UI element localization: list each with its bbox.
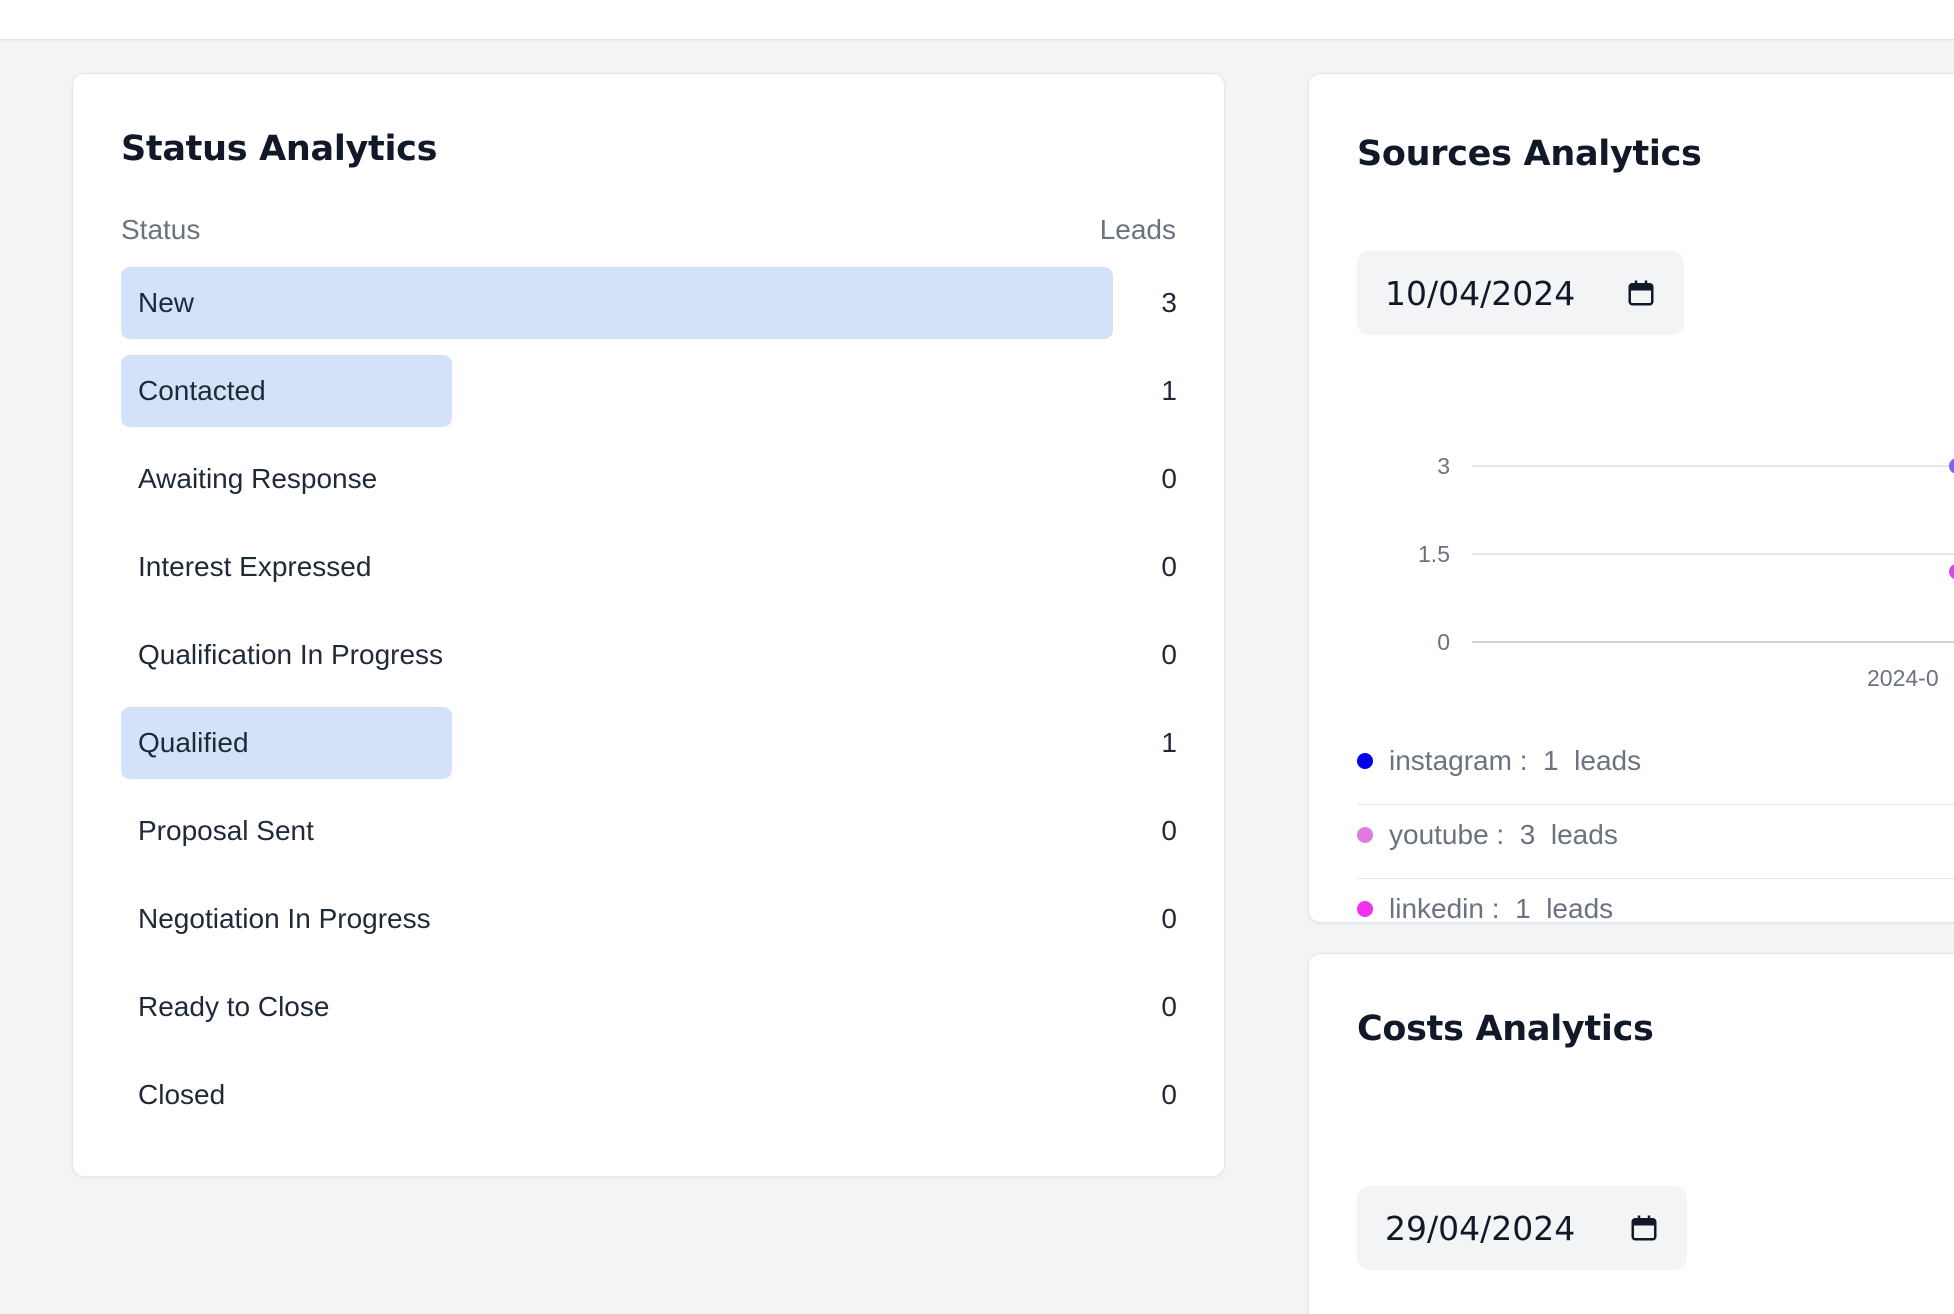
status-row[interactable]: Qualified 1 (121, 707, 1177, 779)
status-lead-count: 0 (1161, 1079, 1177, 1110)
y-tick-label: 3 (1437, 453, 1450, 479)
status-lead-count: 3 (1161, 287, 1177, 318)
status-lead-count: 0 (1161, 551, 1177, 582)
status-label: Closed (138, 1079, 226, 1110)
status-lead-count: 1 (1161, 727, 1177, 758)
legend-dot-icon (1357, 901, 1373, 917)
status-label: Qualification In Progress (138, 639, 444, 670)
legend-item: instagram : 1 leads (1357, 731, 1954, 805)
status-label: New (138, 287, 195, 318)
y-tick-label: 0 (1437, 629, 1450, 655)
status-label: Ready to Close (138, 991, 330, 1022)
status-label: Interest Expressed (138, 551, 372, 582)
status-lead-count: 0 (1161, 991, 1177, 1022)
legend-dot-icon (1357, 753, 1373, 769)
status-row[interactable]: Closed 0 (121, 1059, 1177, 1131)
status-lead-count: 0 (1161, 903, 1177, 934)
status-row[interactable]: Qualification In Progress 0 (121, 619, 1177, 691)
status-analytics-title: Status Analytics (121, 129, 438, 169)
legend-item: youtube : 3 leads (1357, 805, 1954, 879)
sources-analytics-title: Sources Analytics (1357, 134, 1702, 174)
legend-text: youtube : 3 leads (1389, 819, 1618, 850)
status-row[interactable]: Awaiting Response 0 (121, 443, 1177, 515)
sources-analytics-card: Sources Analytics 10/04/2024 3 1.5 0 2024-0… (1308, 73, 1954, 924)
costs-analytics-card: Costs Analytics 29/04/2024 (1308, 953, 1954, 1314)
status-row[interactable]: Negotiation In Progress 0 (121, 883, 1177, 955)
legend-item: linkedin : 1 leads (1357, 879, 1954, 953)
status-row[interactable]: New 3 (121, 267, 1177, 339)
costs-date-input[interactable]: 29/04/2024 (1357, 1186, 1687, 1270)
top-navigation-bar (0, 0, 1954, 40)
status-row[interactable]: Contacted 1 (121, 355, 1177, 427)
sources-date-value: 10/04/2024 (1385, 273, 1576, 313)
calendar-icon[interactable] (1629, 1213, 1659, 1243)
status-label: Negotiation In Progress (138, 903, 431, 934)
status-lead-count: 0 (1161, 639, 1177, 670)
calendar-icon[interactable] (1626, 278, 1656, 308)
leads-column-header: Leads (1099, 214, 1176, 245)
status-lead-count: 1 (1161, 375, 1177, 406)
status-row[interactable]: Interest Expressed 0 (121, 531, 1177, 603)
chart-data-point[interactable] (1949, 564, 1954, 580)
status-label: Awaiting Response (138, 463, 378, 494)
status-bar (121, 267, 1113, 339)
y-tick-label: 1.5 (1418, 541, 1450, 567)
status-row[interactable]: Ready to Close 0 (121, 971, 1177, 1043)
status-lead-count: 0 (1161, 815, 1177, 846)
costs-analytics-title: Costs Analytics (1357, 1009, 1654, 1049)
legend-text: instagram : 1 leads (1389, 745, 1642, 776)
status-analytics-card: Status Analytics Status Leads New 3 Contac… (72, 73, 1225, 1177)
chart-data-point[interactable] (1949, 458, 1954, 474)
status-label: Proposal Sent (138, 815, 314, 846)
sources-date-input[interactable]: 10/04/2024 (1357, 251, 1684, 335)
sources-line-chart: 3 1.5 0 2024-0 (1418, 453, 1954, 691)
status-label: Contacted (138, 375, 266, 406)
status-row[interactable]: Proposal Sent 0 (121, 795, 1177, 867)
status-label: Qualified (138, 727, 249, 758)
status-lead-count: 0 (1161, 463, 1177, 494)
costs-date-value: 29/04/2024 (1385, 1208, 1576, 1248)
legend-dot-icon (1357, 827, 1373, 843)
status-column-header: Status (121, 214, 201, 245)
legend-text: linkedin : 1 leads (1389, 893, 1614, 924)
x-tick-label: 2024-0 (1867, 665, 1939, 691)
